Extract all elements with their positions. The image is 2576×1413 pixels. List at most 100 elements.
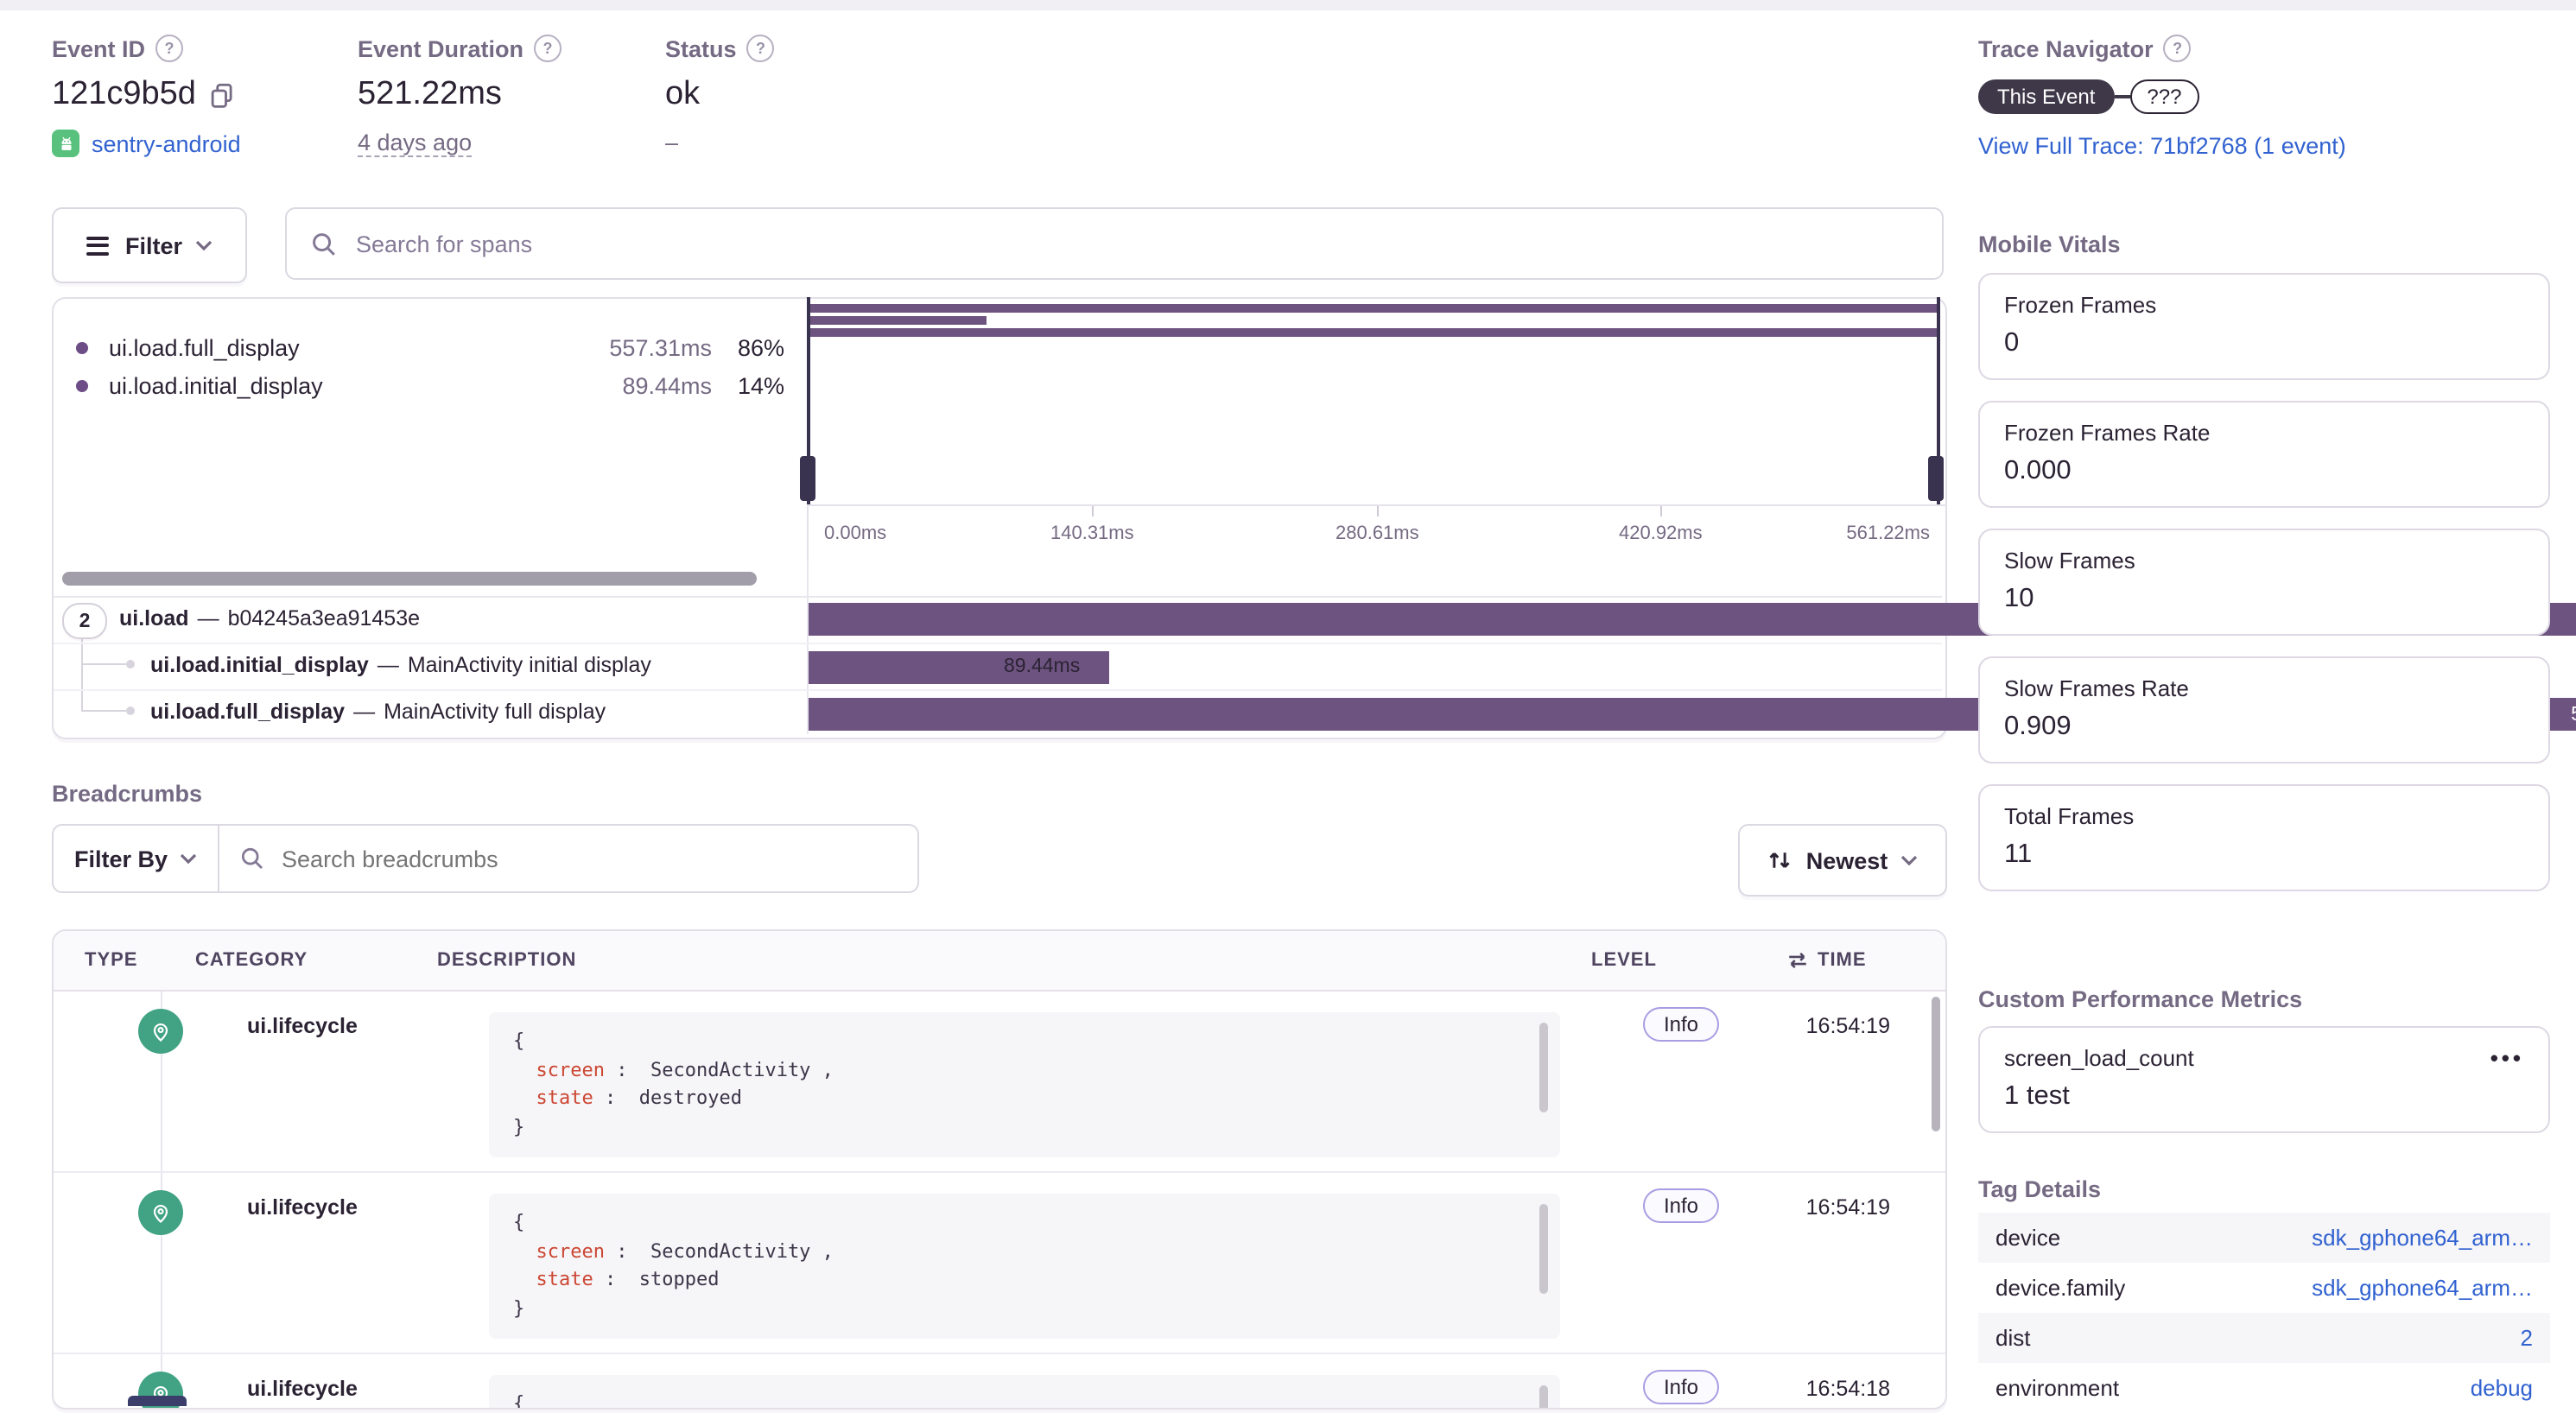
view-full-trace-link[interactable]: View Full Trace: 71bf2768 (1 event): [1978, 133, 2346, 159]
tag-row: environment debug: [1978, 1363, 2550, 1413]
breadcrumb-description[interactable]: {: [489, 1375, 1560, 1410]
trace-navigator-label: Trace Navigator: [1978, 35, 2154, 61]
vital-label: Slow Frames: [2004, 548, 2524, 573]
vital-card: Slow Frames Rate 0.909: [1978, 656, 2550, 764]
search-icon: [311, 231, 337, 257]
breadcrumb-category: ui.lifecycle: [247, 1014, 358, 1038]
span-filter-button[interactable]: Filter: [52, 207, 247, 283]
axis-tick: [1092, 506, 1094, 516]
axis-label: 0.00ms: [824, 523, 886, 544]
table-vertical-scrollbar[interactable]: [1932, 997, 1940, 1131]
vital-label: Total Frames: [2004, 803, 2524, 829]
span-op: ui.load: [119, 606, 189, 630]
codeblock-scrollbar[interactable]: [1539, 1204, 1548, 1294]
swap-arrows-icon[interactable]: [1786, 950, 1809, 971]
minimap-bar: [810, 304, 1938, 313]
breadcrumbs-search[interactable]: [219, 824, 919, 893]
code-key: state: [536, 1268, 593, 1290]
span-search-input[interactable]: [352, 229, 1918, 258]
vital-value: 0: [2004, 328, 2524, 359]
help-icon[interactable]: ?: [747, 35, 775, 62]
col-time[interactable]: TIME: [1818, 931, 1867, 990]
minimap-right-grip[interactable]: [1928, 456, 1944, 501]
span-duration: 557.31ms: [2571, 704, 2576, 725]
floating-widget-edge[interactable]: [128, 1396, 187, 1406]
help-icon[interactable]: ?: [155, 35, 183, 62]
copy-icon[interactable]: [210, 82, 236, 108]
code-brace: }: [513, 1296, 524, 1319]
axis-label: 140.31ms: [1050, 523, 1134, 544]
tag-value-link[interactable]: 2: [2521, 1325, 2533, 1351]
breadcrumbs-filter-by-button[interactable]: Filter By: [52, 824, 219, 893]
tag-value-link[interactable]: sdk_gphone64_arm…: [2312, 1275, 2533, 1301]
minimap-left-grip[interactable]: [800, 456, 815, 501]
code-value: SecondActivity ,: [650, 1239, 834, 1262]
status-block: Status ? ok –: [665, 35, 775, 155]
level-badge: Info: [1643, 1007, 1719, 1042]
mobile-vitals-title: Mobile Vitals: [1978, 231, 2121, 257]
time-axis: 0.00ms 140.31ms 280.61ms 420.92ms 561.22…: [807, 504, 1945, 563]
tag-row: dist 2: [1978, 1313, 2550, 1363]
overflow-menu-button[interactable]: •••: [2490, 1045, 2524, 1071]
trace-navigator: Trace Navigator ? This Event ??? View Fu…: [1978, 35, 2346, 159]
breadcrumbs-search-input[interactable]: [278, 844, 897, 873]
event-details-page: Event ID ? 121c9b5d sentry-android: [0, 0, 2576, 1406]
breadcrumb-category: ui.lifecycle: [247, 1377, 358, 1401]
breadcrumb-description[interactable]: { screen : SecondActivity , state : stop…: [489, 1194, 1560, 1339]
search-icon: [240, 846, 264, 871]
chevron-down-icon: [180, 853, 197, 864]
location-pin-icon: [138, 1009, 183, 1054]
breadcrumb-time: 16:54:18: [1806, 1377, 1890, 1401]
level-badge: Info: [1643, 1188, 1719, 1223]
status-substatus: –: [665, 130, 678, 155]
tag-value-link[interactable]: debug: [2471, 1375, 2533, 1401]
legend-duration: 557.31ms: [609, 335, 712, 361]
tag-key: dist: [1995, 1325, 2030, 1351]
breadcrumb-row[interactable]: ui.lifecycle { screen : SecondActivity ,…: [54, 992, 1945, 1173]
breadcrumbs-sort-button[interactable]: Newest: [1738, 824, 1947, 897]
status-value: ok: [665, 76, 700, 114]
legend-op-name: ui.load.initial_display: [109, 373, 323, 399]
horizontal-scrollbar[interactable]: [62, 572, 757, 586]
tag-value-link[interactable]: sdk_gphone64_arm…: [2312, 1225, 2533, 1251]
span-children-count[interactable]: 2: [62, 603, 107, 639]
event-duration-block: Event Duration ? 521.22ms 4 days ago: [358, 35, 562, 157]
this-event-pill[interactable]: This Event: [1978, 79, 2114, 114]
vital-card: Total Frames 11: [1978, 784, 2550, 891]
legend-item[interactable]: ui.load.full_display 557.31ms 86%: [76, 335, 784, 361]
axis-tick: [1660, 506, 1662, 516]
axis-label: 280.61ms: [1336, 523, 1419, 544]
span-search[interactable]: [285, 207, 1944, 280]
dash: —: [378, 653, 399, 677]
next-event-pill[interactable]: ???: [2129, 79, 2198, 114]
vital-value: 0.909: [2004, 712, 2524, 743]
help-icon[interactable]: ?: [2164, 35, 2192, 62]
axis-label: 420.92ms: [1619, 523, 1703, 544]
chevron-down-icon: [1900, 855, 1917, 865]
level-badge: Info: [1643, 1370, 1719, 1404]
code-brace: {: [513, 1392, 524, 1410]
vital-card: Slow Frames 10: [1978, 529, 2550, 636]
breadcrumb-category: ui.lifecycle: [247, 1195, 358, 1220]
breadcrumb-description[interactable]: { screen : SecondActivity , state : dest…: [489, 1012, 1560, 1157]
vital-card: Frozen Frames 0: [1978, 273, 2550, 380]
tag-key: device.family: [1995, 1275, 2125, 1301]
breadcrumb-row[interactable]: ui.lifecycle { screen : SecondActivity ,…: [54, 1173, 1945, 1354]
col-level: LEVEL: [1591, 931, 1657, 990]
code-colon: :: [605, 1087, 616, 1109]
codeblock-scrollbar[interactable]: [1539, 1023, 1548, 1112]
project-link[interactable]: sentry-android: [92, 130, 241, 156]
breadcrumb-row[interactable]: ui.lifecycle { Info 16:54:18: [54, 1354, 1945, 1410]
legend-item[interactable]: ui.load.initial_display 89.44ms 14%: [76, 373, 784, 399]
span-minimap[interactable]: [807, 299, 1938, 504]
android-platform-icon: [52, 130, 79, 157]
span-row[interactable]: 2 ui.load — b04245a3ea91453e 561.22ms: [54, 596, 1942, 643]
span-row[interactable]: ui.load.full_display — MainActivity full…: [54, 689, 1942, 736]
event-age[interactable]: 4 days ago: [358, 130, 472, 157]
help-icon[interactable]: ?: [534, 35, 562, 62]
col-category: CATEGORY: [195, 931, 308, 990]
col-type: TYPE: [85, 931, 137, 990]
span-duration: 89.44ms: [1004, 651, 1080, 684]
code-key: screen: [536, 1058, 606, 1080]
span-row[interactable]: ui.load.initial_display — MainActivity i…: [54, 643, 1942, 691]
